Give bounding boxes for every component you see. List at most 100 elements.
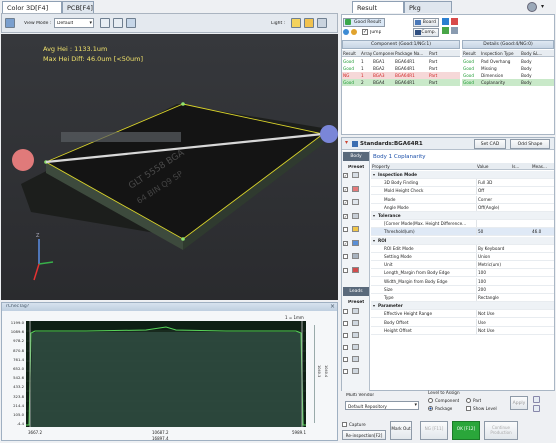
body-tab[interactable]: Body: [343, 152, 369, 161]
preset-icon[interactable]: [352, 320, 359, 326]
preset-checkbox[interactable]: [343, 227, 348, 232]
chevron-down-icon[interactable]: ▾: [345, 139, 348, 146]
preset-checkbox[interactable]: ✓: [343, 213, 348, 219]
property-value[interactable]: Not Use: [476, 310, 511, 318]
column-header[interactable]: Inspection Type: [480, 50, 520, 57]
preset-checkbox[interactable]: [343, 345, 348, 350]
set-cad-button[interactable]: Set CAD: [474, 139, 506, 149]
preset-icon[interactable]: [352, 239, 359, 246]
property-row[interactable]: Mode Corner: [371, 195, 554, 204]
jump-checkbox[interactable]: ✓: [362, 29, 368, 35]
property-row[interactable]: Setting Mode Union: [371, 253, 554, 261]
column-header[interactable]: Component: [372, 50, 394, 57]
property-value[interactable]: 100: [476, 277, 511, 285]
info-icon[interactable]: [533, 396, 540, 403]
preset-icon[interactable]: [352, 368, 359, 374]
property-value[interactable]: Off(Angle): [476, 203, 511, 211]
column-header[interactable]: Result: [462, 50, 480, 57]
property-value[interactable]: Metric(um): [476, 261, 511, 269]
check-icon[interactable]: [442, 18, 449, 25]
section-row[interactable]: ▾ Inspection Mode: [371, 171, 554, 179]
continue-production-button[interactable]: Continue Production: [484, 421, 518, 440]
property-row[interactable]: Body Offset Use: [371, 318, 554, 327]
section-row[interactable]: ▾ Tolerance: [371, 212, 554, 220]
preset-icon[interactable]: [352, 212, 359, 219]
property-row[interactable]: Size 200: [371, 285, 554, 294]
table-row[interactable]: Good 1 BGA1 BGA64R1 Part: [342, 58, 460, 65]
chevron-down-icon[interactable]: ▾: [541, 3, 544, 10]
preset-checkbox[interactable]: ✓: [343, 240, 348, 246]
column-header[interactable]: Meas...: [531, 163, 554, 170]
property-value[interactable]: Rectangle: [476, 294, 511, 301]
column-header[interactable]: Body &L...: [520, 50, 554, 57]
mark-out-button[interactable]: Mark Out: [390, 421, 412, 440]
preset-checkbox[interactable]: ✓: [343, 173, 348, 178]
column-header[interactable]: Is...: [511, 163, 531, 170]
preset-icon[interactable]: [352, 356, 359, 362]
tab-pcb[interactable]: PCB[F4]: [62, 1, 94, 13]
axis-view-icon[interactable]: [126, 18, 136, 28]
property-value[interactable]: [476, 220, 511, 228]
property-value[interactable]: 100: [476, 269, 511, 277]
column-header[interactable]: Result: [342, 50, 360, 57]
property-value[interactable]: Union: [476, 253, 511, 260]
property-value[interactable]: 50: [476, 228, 511, 236]
property-row[interactable]: Unit Metric(um): [371, 261, 554, 270]
view-mode-select[interactable]: Default ▾: [54, 18, 94, 28]
preset-icon[interactable]: [352, 199, 359, 205]
preset-checkbox[interactable]: [343, 254, 348, 259]
property-row[interactable]: Angle Mode Off(Angle): [371, 203, 554, 212]
reinspection-button[interactable]: Re-inspection[F2]: [342, 430, 386, 440]
x-icon[interactable]: [451, 18, 458, 25]
property-value[interactable]: Corner: [476, 195, 511, 203]
table-row[interactable]: Good Pad Overhang Body: [462, 58, 554, 65]
table-row[interactable]: NG 1 BGA3 BGA64R1 Part: [342, 72, 460, 79]
property-row[interactable]: Height Offset Not Use: [371, 326, 554, 335]
preset-checkbox[interactable]: [343, 309, 348, 314]
capture-checkbox[interactable]: [342, 422, 347, 427]
property-value[interactable]: By Keyboard: [476, 244, 511, 252]
color-view-icon[interactable]: [5, 18, 15, 28]
preset-checkbox[interactable]: [343, 357, 348, 362]
user-icon[interactable]: [527, 2, 537, 12]
column-header[interactable]: Array: [360, 50, 372, 57]
property-row[interactable]: ROI Edit Mode By Keyboard: [371, 244, 554, 253]
property-row[interactable]: 3D Body Finding Full 3D: [371, 179, 554, 188]
preset-checkbox[interactable]: [343, 267, 348, 273]
info-icon-2[interactable]: [533, 405, 540, 412]
preset-icon[interactable]: [352, 253, 359, 259]
table-row[interactable]: Good Coplanarity Body: [462, 79, 554, 86]
repository-select[interactable]: Default Repository ▾: [345, 401, 419, 410]
preset-icon[interactable]: [352, 172, 359, 178]
column-header[interactable]: Value: [476, 163, 511, 170]
box-view-icon[interactable]: [113, 18, 123, 28]
property-row[interactable]: Effective Height Range Not Use: [371, 310, 554, 319]
property-value[interactable]: Off: [476, 187, 511, 195]
tab-result-info[interactable]: Result Info[F5]: [352, 1, 404, 24]
3d-viewer[interactable]: GLT 5558 BGA 64 BIN Q9 SP Z Avg Hei : 11…: [1, 34, 338, 300]
property-row[interactable]: Threshold(um) 50 46.0: [371, 228, 554, 237]
grid-view-icon[interactable]: [100, 18, 110, 28]
preset-checkbox[interactable]: ✓: [343, 200, 348, 205]
property-row[interactable]: [Corner Mode(Max. Height Difference...: [371, 220, 554, 229]
property-value[interactable]: 200: [476, 285, 511, 293]
preset-icon[interactable]: [352, 185, 359, 192]
tab-pkg-edit[interactable]: Pkg Edit[F5]: [404, 1, 452, 24]
part-radio[interactable]: [466, 398, 471, 403]
settings-icon[interactable]: [351, 29, 357, 35]
leads-tab[interactable]: Leads: [343, 287, 369, 296]
refresh-icon[interactable]: [343, 29, 349, 35]
preset-icon[interactable]: [352, 266, 359, 273]
preset-icon[interactable]: [352, 226, 359, 232]
property-row[interactable]: Type Rectangle: [371, 294, 554, 302]
preset-checkbox[interactable]: [343, 369, 348, 374]
table-row[interactable]: Good Missing Body: [462, 65, 554, 72]
package-radio[interactable]: [428, 406, 433, 411]
save-icon[interactable]: [317, 18, 327, 28]
property-row[interactable]: Length_Margin from Body Edge 100: [371, 269, 554, 278]
open-folder-icon[interactable]: [304, 18, 314, 28]
green-check-icon[interactable]: [442, 27, 449, 34]
column-header[interactable]: Property: [371, 163, 476, 170]
preset-icon[interactable]: [352, 308, 359, 314]
component-radio[interactable]: [428, 398, 433, 403]
